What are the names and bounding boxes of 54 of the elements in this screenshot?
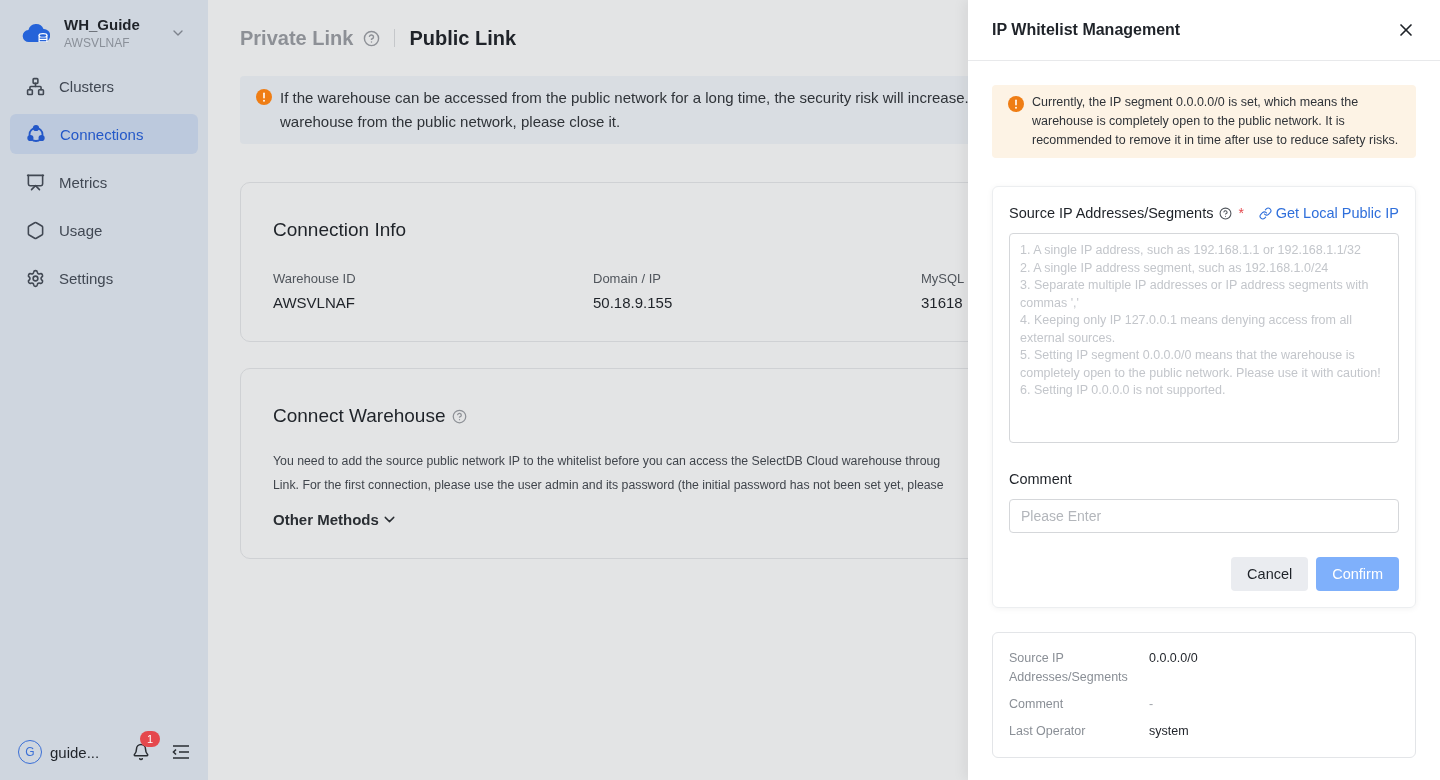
description-text: Link. For the first connection, please use the user admin and its password (the initial password has not been set yet, please bbox=[273, 477, 945, 494]
warning-icon bbox=[256, 89, 272, 105]
field-label: Comment bbox=[1009, 471, 1073, 487]
warning-icon bbox=[1008, 96, 1024, 112]
link-icon bbox=[1258, 206, 1272, 220]
sidebar-item[interactable]: Metrics bbox=[10, 162, 198, 202]
card-title: Connection Info bbox=[273, 219, 408, 241]
sidebar-item[interactable]: Connections bbox=[10, 114, 198, 154]
get-ip-link[interactable]: Get Local Public IP bbox=[1258, 205, 1399, 221]
field-label: Source IP Addresses/Segments bbox=[1009, 205, 1214, 221]
detail-label: Comment bbox=[1009, 696, 1065, 713]
drawer-title: IP Whitelist Management bbox=[992, 21, 1181, 39]
menu-collapse-icon[interactable] bbox=[172, 744, 190, 760]
tab[interactable]: Public Link bbox=[409, 26, 517, 50]
notification-bell-icon[interactable] bbox=[132, 743, 150, 761]
field-label: Warehouse ID bbox=[273, 271, 357, 286]
notification-count: 1 bbox=[140, 731, 160, 747]
sidebar-item-label: Connections bbox=[60, 125, 144, 143]
field-label: MySQL bbox=[921, 271, 966, 286]
warning-text: Currently, the IP segment 0.0.0.0/0 is set, which means the warehouse is completely open to the public network. It is recommended to remove it in time after use to reduce safety risks. bbox=[1032, 94, 1400, 149]
comment-input-field[interactable]: Please Enter bbox=[1009, 499, 1399, 533]
sidebar-item[interactable]: Usage bbox=[10, 210, 198, 250]
field-value: 50.18.9.155 bbox=[593, 294, 674, 311]
help-icon[interactable] bbox=[1219, 206, 1233, 220]
sidebar-item[interactable]: Clusters bbox=[10, 66, 198, 106]
hexagon-icon bbox=[26, 220, 45, 240]
other-methods-toggle[interactable]: Other Methods bbox=[273, 511, 398, 528]
ip-input-area[interactable]: 1. A single IP address, such as 192.168.1.1 or 192.168.1.1/32 2. A single IP address segment, such as 192.168.1.0/24 3. Separate multiple IP addresses or IP address segments with commas ',' 4. Keeping only IP 127.0.0.1 means denying access from all external sources. 5. Setting IP segment 0.0.0.0/0 means that the warehouse is completely open to the public network. Please use it with caution! 6. Setting IP 0.0.0.0 is not supported. bbox=[1009, 233, 1399, 443]
required-marker: * bbox=[1238, 205, 1244, 221]
cloud-database-icon bbox=[22, 22, 50, 44]
nodes-icon bbox=[26, 124, 46, 144]
user-name: guide... bbox=[50, 743, 101, 761]
field-label: Domain / IP bbox=[593, 271, 662, 286]
field-value: 31618 bbox=[921, 294, 964, 311]
detail-label: Last Operator bbox=[1009, 723, 1087, 740]
alert-text: warehouse from the public network, please close it. bbox=[280, 112, 622, 132]
sidebar-item[interactable]: Settings bbox=[10, 258, 198, 298]
alert-text: If the warehouse can be accessed from the public network for a long time, the security risk will increase. bbox=[280, 88, 968, 108]
detail-value: - bbox=[1149, 696, 1155, 713]
detail-value: system bbox=[1149, 723, 1190, 740]
field-value: AWSVLNAF bbox=[273, 294, 356, 311]
workspace-name: WH_Guide bbox=[64, 16, 141, 33]
detail-label: Source IP Addresses/Segments bbox=[1009, 650, 1129, 686]
detail-value: 0.0.0.0/0 bbox=[1149, 650, 1199, 667]
hierarchy-icon bbox=[26, 76, 45, 96]
sidebar-item-label: Metrics bbox=[59, 173, 108, 191]
workspace-id: AWSVLNAF bbox=[64, 36, 131, 50]
card-title: Connect Warehouse bbox=[273, 405, 446, 427]
sidebar-item-label: Clusters bbox=[59, 77, 114, 95]
description-text: You need to add the source public network IP to the whitelist before you can access the SelectDB Cloud warehouse throug bbox=[273, 453, 942, 470]
sidebar-item-label: Settings bbox=[59, 269, 114, 287]
sidebar-item-label: Usage bbox=[59, 221, 103, 239]
cancel-button[interactable]: Cancel bbox=[1231, 557, 1309, 591]
settings-icon bbox=[26, 268, 45, 288]
